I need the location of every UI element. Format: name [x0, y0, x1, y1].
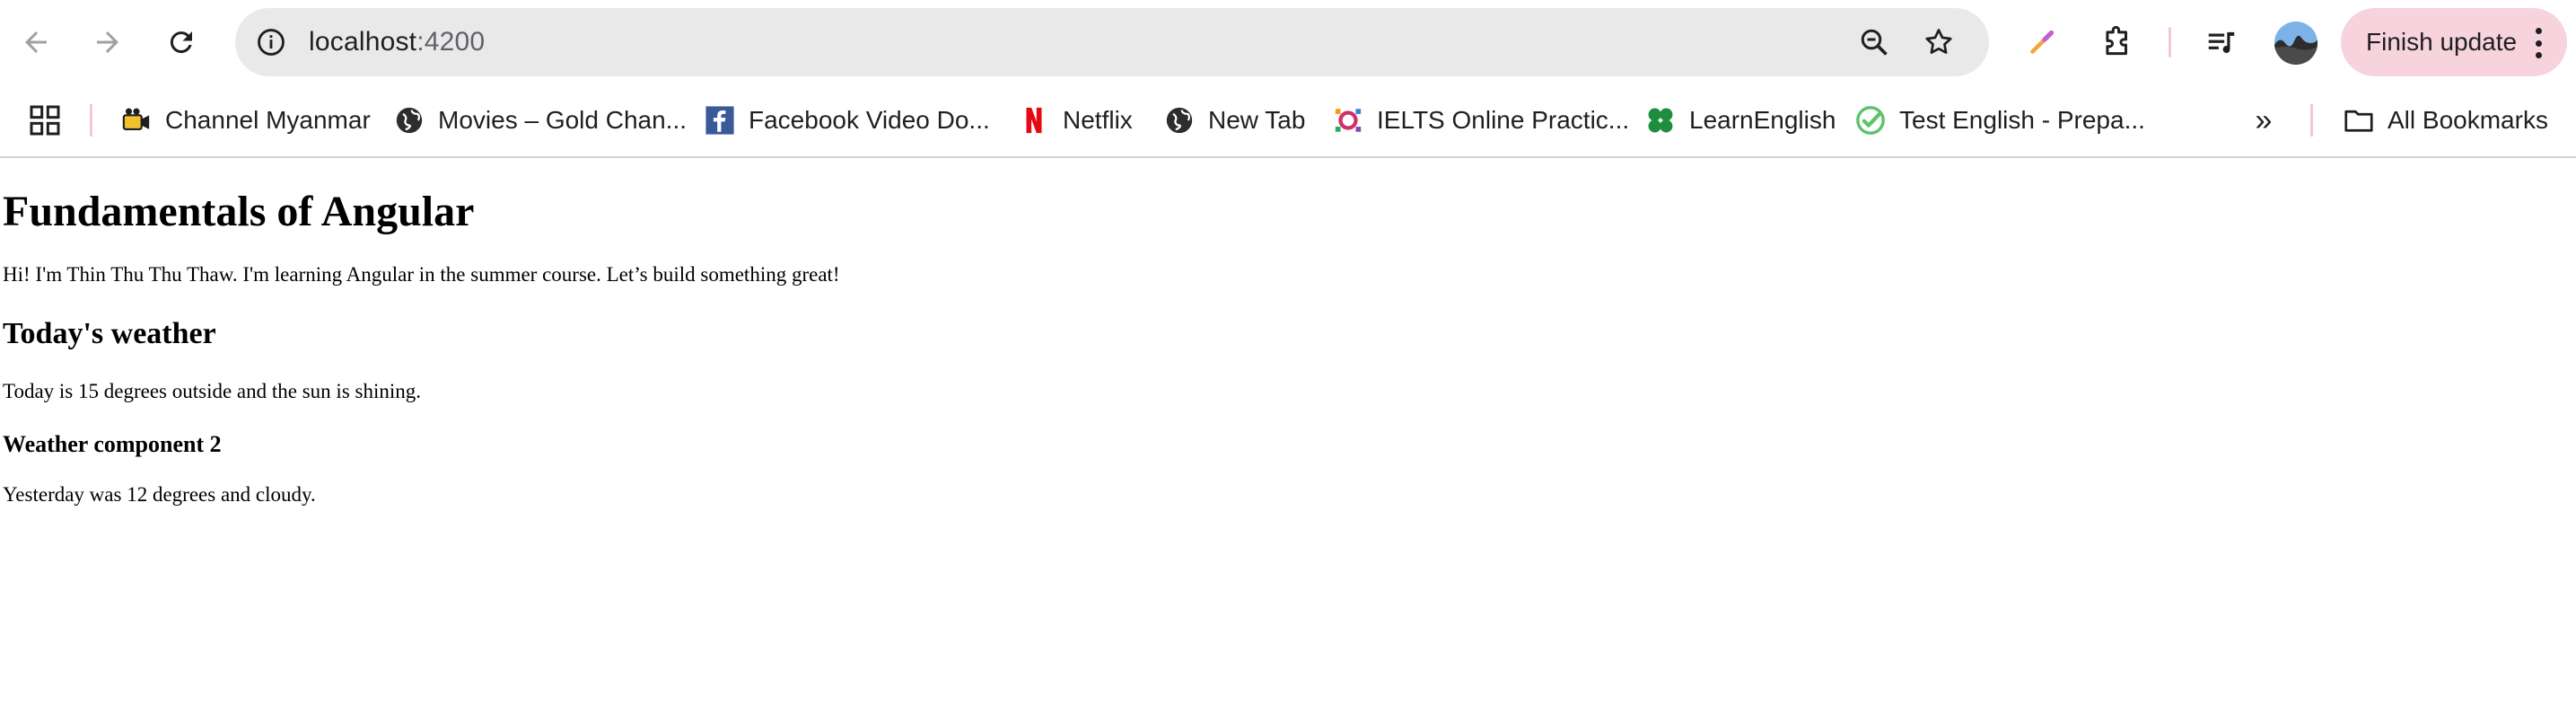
finish-update-label: Finish update [2366, 28, 2518, 56]
learnenglish-icon [1644, 104, 1677, 137]
netflix-icon [1018, 104, 1050, 137]
bookmark-label: IELTS Online Practic... [1377, 106, 1630, 134]
toolbar-separator [2169, 27, 2171, 57]
address-bar[interactable]: localhost:4200 [235, 8, 1989, 76]
reload-button[interactable] [154, 15, 208, 69]
more-bookmarks-chevron-icon[interactable]: » [2246, 102, 2282, 138]
page-title: Fundamentals of Angular [3, 188, 475, 235]
finish-update-button[interactable]: Finish update [2341, 8, 2567, 76]
back-arrow-icon [25, 31, 47, 53]
url-port: :4200 [416, 27, 486, 57]
bookmark-facebook-video[interactable]: Facebook Video Do... [704, 99, 990, 142]
bookmark-new-tab[interactable]: New Tab [1163, 99, 1305, 142]
check-icon [1854, 104, 1887, 137]
weather-text: Today is 15 degrees outside and the sun … [3, 380, 421, 402]
globe-icon [1163, 104, 1196, 137]
facebook-icon [704, 104, 736, 137]
forward-arrow-icon [97, 31, 118, 53]
bookmarks-separator [2310, 104, 2313, 137]
bookmark-label: Facebook Video Do... [749, 106, 990, 134]
reload-icon [170, 31, 192, 54]
bookmarks-bar: Channel Myanmar Movies – Gold Chan... Fa… [0, 84, 2576, 158]
color-picker-extension-icon[interactable] [2018, 18, 2066, 66]
intro-text: Hi! I'm Thin Thu Thu Thaw. I'm learning … [3, 263, 840, 286]
more-vertical-icon[interactable] [2533, 28, 2544, 58]
folder-icon [2343, 104, 2375, 137]
bookmark-channel-myanmar[interactable]: Channel Myanmar [120, 99, 371, 142]
back-button[interactable] [9, 15, 63, 69]
bookmark-star-icon[interactable] [1917, 21, 1960, 64]
apps-grid-icon[interactable] [27, 102, 63, 138]
bookmark-label: LearnEnglish [1689, 106, 1836, 134]
bookmark-learnenglish[interactable]: LearnEnglish [1644, 99, 1836, 142]
ielts-icon [1332, 104, 1364, 137]
forward-button[interactable] [81, 15, 135, 69]
url-text[interactable]: localhost:4200 [309, 8, 485, 76]
bookmark-label: Channel Myanmar [165, 106, 371, 134]
bookmark-label: Test English - Prepa... [1899, 106, 2145, 134]
weather-component-2-text: Yesterday was 12 degrees and cloudy. [3, 483, 316, 506]
bookmark-test-english[interactable]: Test English - Prepa... [1854, 99, 2145, 142]
all-bookmarks-label: All Bookmarks [2388, 106, 2548, 134]
profile-avatar[interactable] [2274, 22, 2318, 65]
bookmarks-separator [90, 104, 92, 137]
weather-component-2-heading: Weather component 2 [3, 431, 222, 457]
bookmark-ielts-online[interactable]: IELTS Online Practic... [1332, 99, 1629, 142]
bookmark-label: Movies – Gold Chan... [438, 106, 688, 134]
profile-image-icon [2274, 22, 2318, 65]
bookmark-label: Netflix [1063, 106, 1133, 134]
bookmark-netflix[interactable]: Netflix [1018, 99, 1133, 142]
zoom-icon[interactable] [1853, 21, 1896, 64]
browser-toolbar: localhost:4200 Finish update [0, 0, 2576, 84]
media-queue-icon[interactable] [2197, 18, 2246, 66]
camera-icon [120, 104, 153, 137]
bookmark-movies-gold-channel[interactable]: Movies – Gold Chan... [393, 99, 687, 142]
page-content: Fundamentals of Angular Hi! I'm Thin Thu… [0, 160, 2576, 723]
site-info-icon[interactable] [251, 22, 291, 62]
url-host: localhost [309, 27, 417, 57]
extensions-puzzle-icon[interactable] [2093, 18, 2142, 66]
bookmark-label: New Tab [1208, 106, 1306, 134]
all-bookmarks-button[interactable]: All Bookmarks [2343, 99, 2548, 142]
weather-heading: Today's weather [3, 317, 216, 350]
globe-icon [393, 104, 425, 137]
